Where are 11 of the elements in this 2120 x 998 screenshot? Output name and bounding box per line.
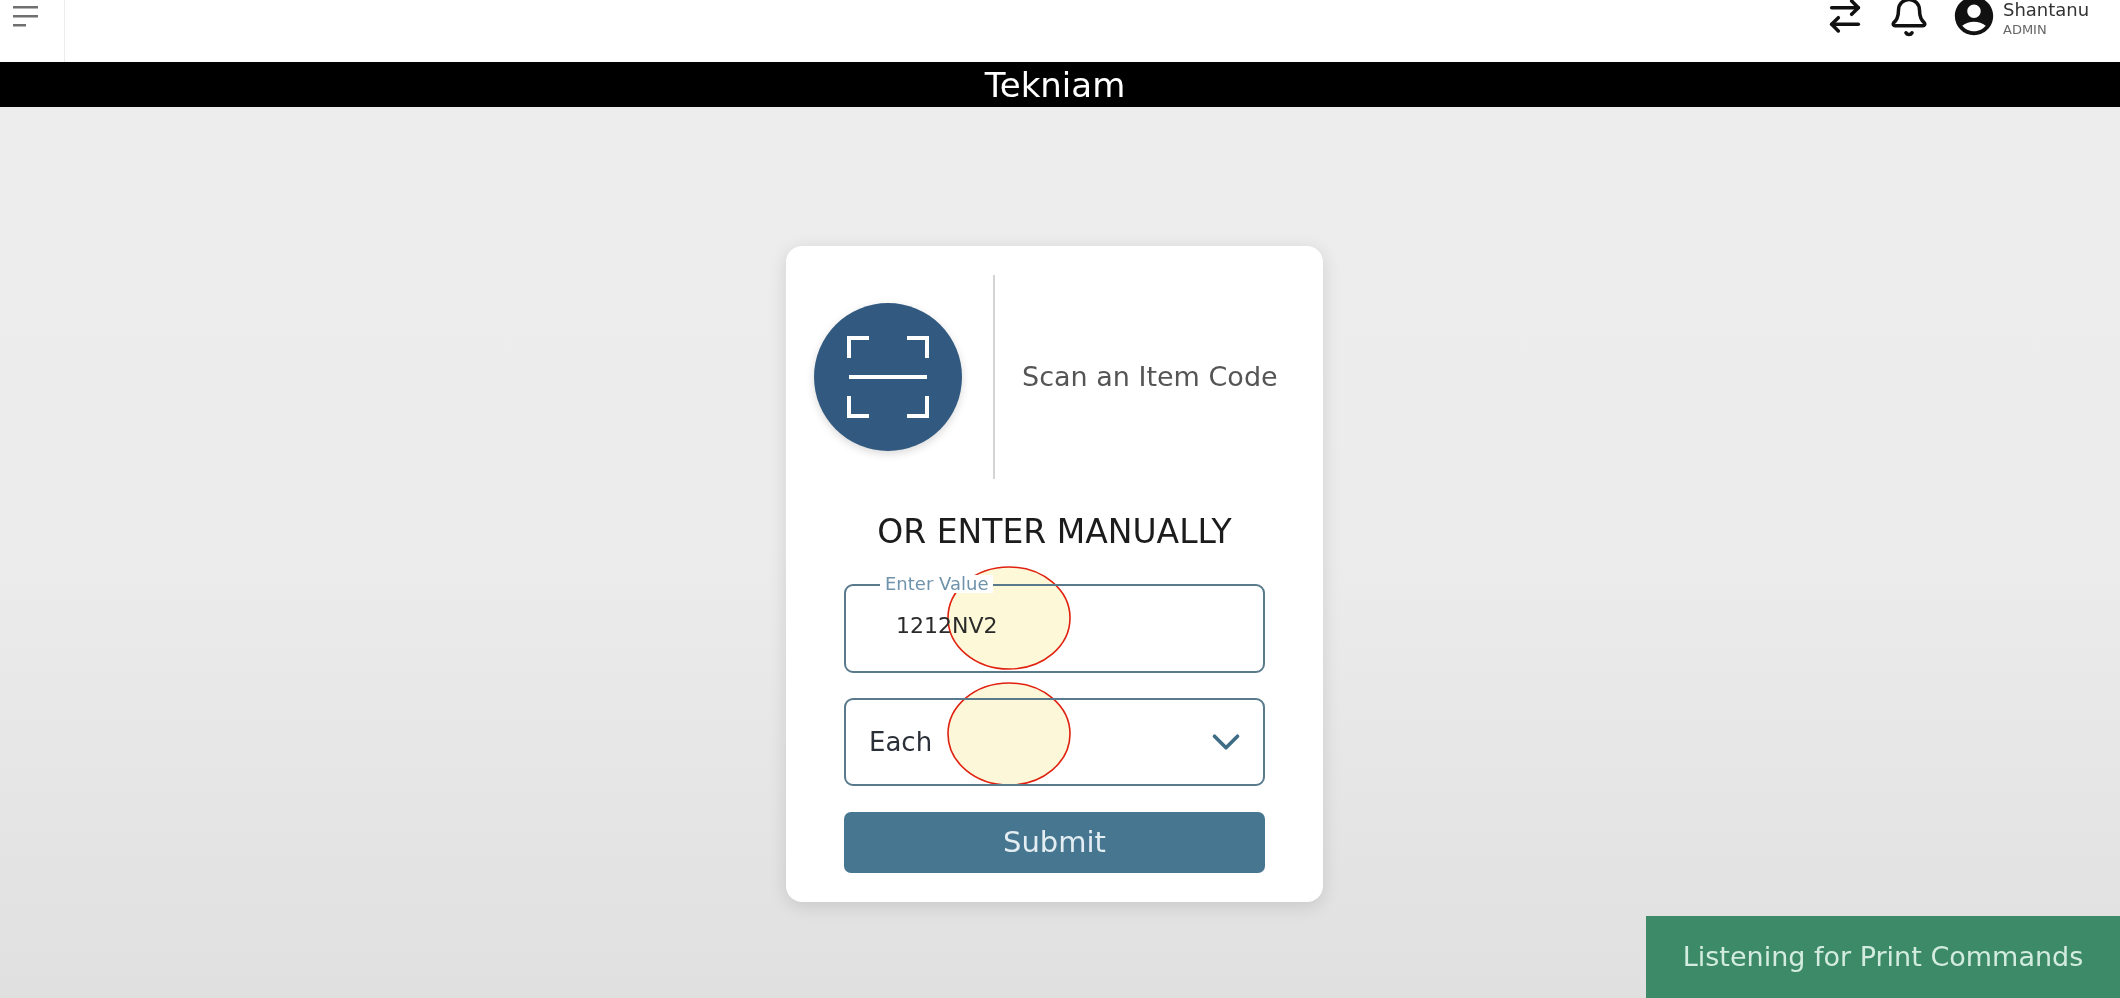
manual-entry-heading: OR ENTER MANUALLY xyxy=(877,512,1232,552)
toast-message: Listening for Print Commands xyxy=(1682,939,2084,974)
field-label: Enter Value xyxy=(880,575,994,593)
app-title: Tekniam xyxy=(984,67,1126,102)
user-role: ADMIN xyxy=(2003,23,2048,37)
user-name: Shantanu xyxy=(2003,0,2091,20)
menu-icon[interactable] xyxy=(13,6,38,27)
scan-label: Scan an Item Code xyxy=(1022,359,1278,394)
submit-button[interactable]: Submit xyxy=(844,812,1265,873)
unit-select[interactable]: Each xyxy=(844,698,1265,786)
click-highlight-icon xyxy=(947,682,1071,786)
